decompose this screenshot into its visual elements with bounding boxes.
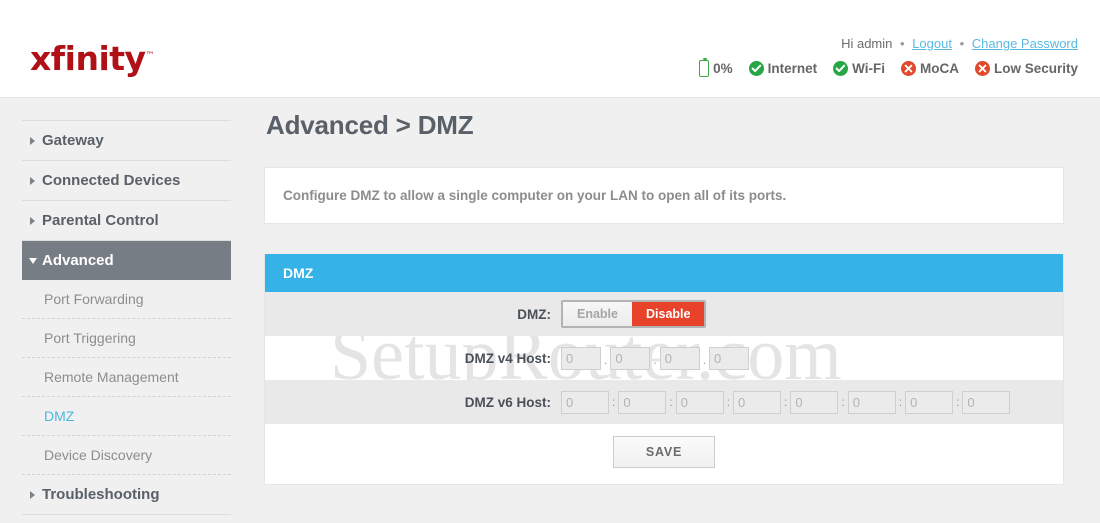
save-button[interactable]: SAVE: [612, 436, 716, 468]
sidebar-item-label: Gateway: [42, 132, 104, 149]
status-wifi-label: Wi-Fi: [852, 61, 885, 76]
dmz-v6-group-2[interactable]: [618, 390, 667, 414]
sidebar-item-remote-management[interactable]: Remote Management: [22, 358, 231, 397]
check-circle-icon: [748, 61, 764, 76]
dmz-v6-group-6[interactable]: [847, 390, 896, 414]
bullet-separator: •: [959, 36, 965, 51]
status-low-security: Low Security: [974, 61, 1078, 76]
ip-separator: :: [612, 395, 616, 409]
sidebar-item-label: Connected Devices: [42, 172, 181, 189]
ip-separator: :: [956, 395, 960, 409]
chevron-right-icon: [30, 216, 35, 225]
dmz-panel-header: DMZ: [265, 254, 1063, 292]
status-internet: Internet: [748, 61, 818, 76]
ip-separator: .: [702, 352, 707, 367]
main-content: Advanced > DMZ Configure DMZ to allow a …: [264, 110, 1064, 485]
sidebar-item-advanced[interactable]: Advanced: [22, 241, 231, 280]
error-circle-icon: [974, 61, 990, 76]
xfinity-logo: xfinity™: [30, 39, 155, 78]
bullet-separator: •: [900, 36, 905, 51]
save-row: SAVE: [265, 424, 1063, 484]
dmz-toggle-row: DMZ: Enable Disable: [265, 292, 1063, 336]
sidebar-item-parental-control[interactable]: Parental Control: [22, 201, 231, 241]
status-wifi: Wi-Fi: [833, 61, 885, 76]
ip-separator: :: [841, 395, 845, 409]
sidebar-item-troubleshooting[interactable]: Troubleshooting: [22, 475, 231, 515]
dmz-v4-octet-2[interactable]: [610, 346, 651, 370]
sidebar-item-label: Advanced: [42, 252, 114, 269]
sidebar-item-dmz[interactable]: DMZ: [22, 397, 231, 436]
status-low-security-label: Low Security: [993, 61, 1078, 76]
user-account-row: Hi admin • Logout • Change Password: [841, 36, 1078, 51]
dmz-v4-host-row: DMZ v4 Host: . . .: [265, 336, 1063, 380]
sidebar-item-label: Remote Management: [44, 369, 179, 385]
status-internet-label: Internet: [767, 61, 818, 76]
status-indicator-row: 0% Internet Wi-Fi MoCA Low Security: [699, 57, 1078, 77]
sidebar-item-label: Port Triggering: [44, 330, 136, 346]
change-password-link[interactable]: Change Password: [972, 36, 1078, 51]
logo-text: xfinity: [30, 39, 146, 78]
dmz-v4-octet-4[interactable]: [709, 346, 750, 370]
dmz-v6-group-5[interactable]: [790, 390, 839, 414]
chevron-right-icon: [30, 176, 35, 185]
sidebar-item-label: Port Forwarding: [44, 291, 144, 307]
sidebar-item-label: Troubleshooting: [42, 486, 160, 503]
status-battery-label: 0%: [713, 61, 733, 76]
battery-icon: [699, 57, 710, 77]
ip-separator: .: [653, 352, 657, 367]
chevron-down-icon: [29, 257, 37, 264]
dmz-v6-host-row: DMZ v6 Host: : : : : : : :: [265, 380, 1063, 424]
ip-separator: :: [669, 395, 673, 409]
sidebar-item-port-forwarding[interactable]: Port Forwarding: [22, 280, 231, 319]
logout-link[interactable]: Logout: [912, 36, 952, 51]
sidebar-item-connected-devices[interactable]: Connected Devices: [22, 161, 231, 201]
sidebar-item-label: Device Discovery: [44, 447, 153, 463]
dmz-toggle-group[interactable]: Enable Disable: [561, 300, 707, 328]
dmz-v6-group-8[interactable]: [962, 390, 1011, 414]
sidebar-item-label: Parental Control: [42, 212, 159, 229]
chevron-right-icon: [30, 490, 35, 499]
status-moca-label: MoCA: [919, 61, 959, 76]
dmz-panel-title: DMZ: [283, 265, 314, 281]
error-circle-icon: [900, 61, 916, 76]
dmz-v4-octet-1[interactable]: [561, 346, 601, 370]
description-text: Configure DMZ to allow a single computer…: [283, 188, 787, 203]
dmz-v6-group-4[interactable]: [733, 390, 782, 414]
ip-separator: :: [726, 395, 731, 409]
dmz-v4-octet-3[interactable]: [659, 346, 700, 370]
dmz-v4-host-input-group: . . .: [561, 346, 750, 370]
ip-separator: .: [604, 352, 608, 367]
sidebar-item-port-triggering[interactable]: Port Triggering: [22, 319, 231, 358]
chevron-right-icon: [30, 136, 35, 145]
dmz-label: DMZ:: [517, 306, 551, 322]
sidebar-item-label: DMZ: [44, 408, 75, 424]
status-battery: 0%: [699, 57, 733, 77]
dmz-v4-host-label: DMZ v4 Host:: [464, 350, 551, 366]
dmz-disable-button[interactable]: Disable: [632, 302, 705, 326]
dmz-v6-group-1[interactable]: [561, 390, 609, 414]
logo-trademark: ™: [145, 51, 155, 61]
dmz-panel: DMZ DMZ: Enable Disable DMZ v4 Host: . .…: [264, 254, 1064, 485]
greeting-text: Hi admin: [841, 36, 893, 51]
page-title: Advanced > DMZ: [266, 110, 474, 140]
dmz-v6-group-7[interactable]: [905, 390, 954, 414]
check-circle-icon: [833, 61, 849, 76]
dmz-v6-host-input-group: : : : : : : :: [561, 390, 1011, 414]
description-card: Configure DMZ to allow a single computer…: [264, 167, 1064, 224]
ip-separator: :: [784, 395, 788, 409]
sidebar-item-gateway[interactable]: Gateway: [22, 121, 231, 161]
ip-separator: :: [898, 395, 903, 409]
top-header: xfinity™ Hi admin • Logout • Change Pass…: [0, 0, 1100, 98]
dmz-v6-host-label: DMZ v6 Host:: [464, 394, 551, 410]
sidebar-item-device-discovery[interactable]: Device Discovery: [22, 436, 231, 475]
dmz-v6-group-3[interactable]: [675, 390, 724, 414]
sidebar-navigation: Gateway Connected Devices Parental Contr…: [22, 120, 231, 515]
dmz-enable-button[interactable]: Enable: [563, 302, 632, 326]
status-moca: MoCA: [900, 61, 959, 76]
